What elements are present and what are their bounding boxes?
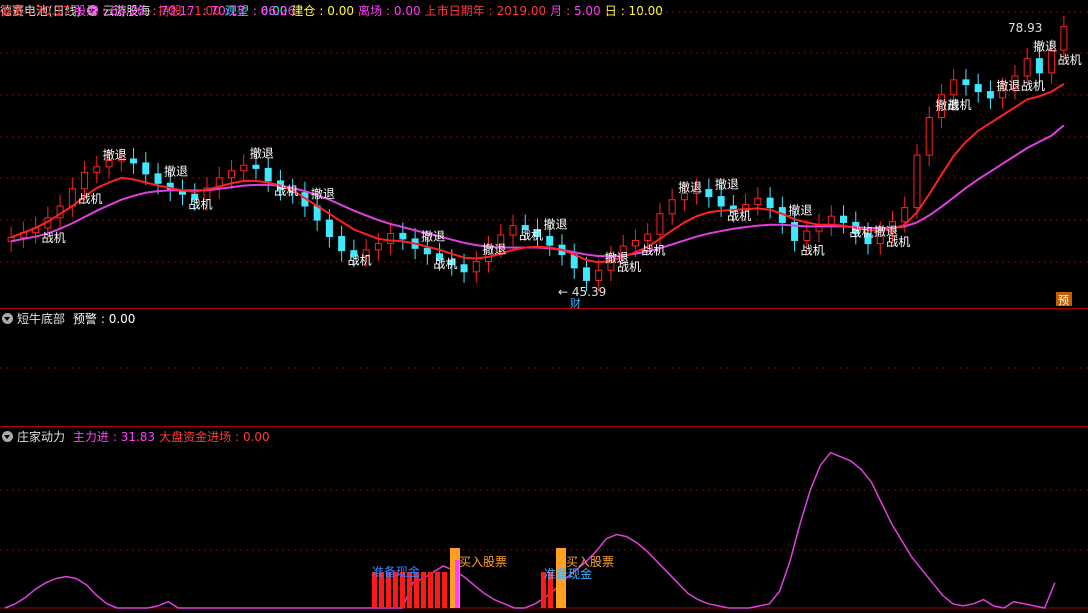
candle-body (986, 91, 994, 99)
chance-label: 战机 (189, 197, 213, 211)
candle-body (656, 213, 664, 235)
candle-body (325, 219, 333, 238)
candle-body (423, 247, 431, 255)
candle-body (154, 173, 162, 184)
exit-label: 撤退 (250, 145, 274, 160)
candle-body (387, 232, 395, 245)
chance-label: 战机 (727, 209, 751, 223)
volume-bar (428, 572, 433, 608)
candle-body (264, 167, 272, 182)
candle-body (631, 239, 639, 247)
candle-body (668, 199, 676, 215)
candle-body (1060, 26, 1068, 51)
candle-body (803, 230, 811, 241)
candle-body (240, 164, 248, 172)
candle-body (913, 154, 921, 209)
chance-label: 战机 (947, 98, 971, 112)
chance-label: 战机 (42, 231, 66, 245)
cai-badge: 财 (570, 296, 581, 310)
candle-body (227, 170, 235, 179)
candle-body (766, 197, 774, 209)
volume-bar (442, 572, 447, 608)
exit-label: 撤退 (482, 242, 506, 257)
candle-body (950, 79, 958, 96)
candle-body (925, 116, 933, 156)
candle-body (130, 158, 138, 164)
prepare-cash-label: 准备现金 (372, 564, 420, 579)
chance-label: 战机 (801, 243, 825, 257)
volume-bar (435, 572, 440, 608)
candle-body (705, 189, 713, 198)
candle-body (827, 215, 835, 226)
candle-body (582, 267, 590, 281)
low-price-label: ← 45.39 (558, 285, 606, 299)
candle-body (1035, 58, 1043, 74)
exit-label: 撤退 (544, 217, 568, 232)
exit-label: 撤退 (311, 186, 335, 201)
chance-label: 战机 (850, 225, 874, 239)
candle-body (754, 197, 762, 205)
candle-body (974, 84, 982, 93)
high-price-label: 78.93 (1008, 21, 1042, 35)
dynamics-line (4, 451, 1056, 609)
exit-label: 撤退 (996, 78, 1020, 93)
candle-body (472, 261, 480, 273)
candle-body (546, 236, 554, 246)
candle-body (644, 233, 652, 241)
candle-body (840, 215, 848, 223)
candle-body (1023, 58, 1031, 77)
candle-body (509, 225, 517, 236)
candle-body (374, 243, 382, 251)
candle-body (595, 269, 603, 281)
exit-label: 撤退 (1033, 39, 1057, 54)
exit-label: 撤退 (678, 180, 702, 195)
pre-badge: 预 (1058, 294, 1069, 307)
chance-label: 战机 (433, 257, 457, 271)
price-chart[interactable]: 撤退撤退撤退撤退撤退撤退撤退撤退撤退 撤退撤退撤退撤退撤退撤退战机战机 战机战机战机… (0, 0, 1088, 613)
exit-label: 撤退 (164, 163, 188, 178)
chance-label: 战机 (78, 192, 102, 206)
chance-label: 战机 (348, 254, 372, 268)
candle-body (399, 232, 407, 240)
buy-stock-label: 买入股票 (566, 555, 614, 569)
exit-label: 撤退 (103, 147, 127, 162)
chance-label: 战机 (1058, 53, 1082, 67)
candle-body (93, 166, 101, 173)
chance-label: 战机 (1021, 79, 1045, 93)
exit-label: 撤退 (715, 177, 739, 192)
chance-label: 战机 (274, 184, 298, 198)
candle-body (252, 164, 260, 169)
candle-body (717, 196, 725, 207)
candle-body (338, 236, 346, 252)
chance-label: 战机 (617, 260, 641, 274)
candle-body (460, 264, 468, 273)
volume-bar (421, 572, 426, 608)
chance-label: 战机 (519, 229, 543, 243)
candle-body (901, 207, 909, 223)
candle-body (81, 171, 89, 190)
buy-stock-label: 买入股票 (459, 555, 507, 569)
candle-body (962, 79, 970, 86)
chance-label: 战机 (886, 235, 910, 249)
chance-label: 战机 (641, 243, 665, 257)
candle-body (142, 162, 150, 175)
exit-label: 撤退 (788, 202, 812, 217)
exit-label: 撤退 (421, 228, 445, 243)
